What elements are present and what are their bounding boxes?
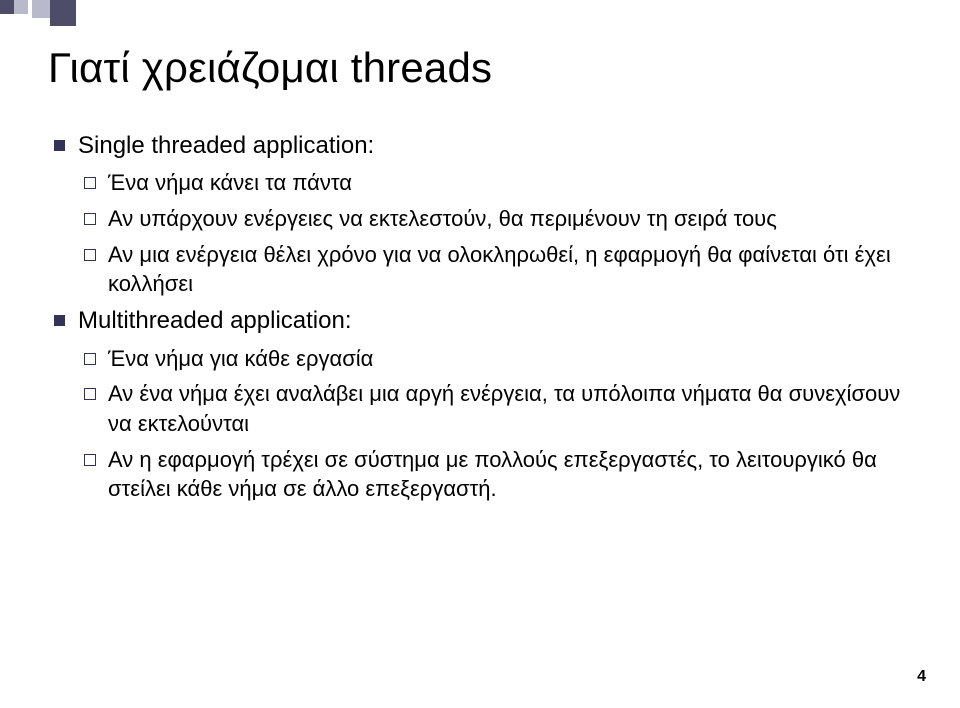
sub-item: Ένα νήμα για κάθε εργασία bbox=[78, 344, 912, 374]
corner-decoration bbox=[0, 0, 76, 26]
bullet-label: Single threaded application: bbox=[78, 132, 374, 159]
sub-item: Ένα νήμα κάνει τα πάντα bbox=[78, 168, 912, 198]
bullet-item: Single threaded application: Ένα νήμα κά… bbox=[48, 130, 912, 299]
sub-list: Ένα νήμα για κάθε εργασία Αν ένα νήμα έχ… bbox=[78, 344, 912, 504]
slide-content: Γιατί χρειάζομαι threads Single threaded… bbox=[48, 44, 912, 510]
sub-item: Αν η εφαρμογή τρέχει σε σύστημα με πολλο… bbox=[78, 445, 912, 504]
page-number: 4 bbox=[917, 668, 926, 686]
bullet-list: Single threaded application: Ένα νήμα κά… bbox=[48, 130, 912, 504]
slide-title: Γιατί χρειάζομαι threads bbox=[48, 44, 912, 92]
sub-item: Αν υπάρχουν ενέργειες να εκτελεστούν, θα… bbox=[78, 204, 912, 234]
sub-item: Αν μια ενέργεια θέλει χρόνο για να ολοκλ… bbox=[78, 240, 912, 299]
sub-list: Ένα νήμα κάνει τα πάντα Αν υπάρχουν ενέρ… bbox=[78, 168, 912, 299]
bullet-item: Multithreaded application: Ένα νήμα για … bbox=[48, 305, 912, 504]
sub-item: Αν ένα νήμα έχει αναλάβει μια αργή ενέργ… bbox=[78, 379, 912, 438]
bullet-label: Multithreaded application: bbox=[78, 307, 352, 334]
